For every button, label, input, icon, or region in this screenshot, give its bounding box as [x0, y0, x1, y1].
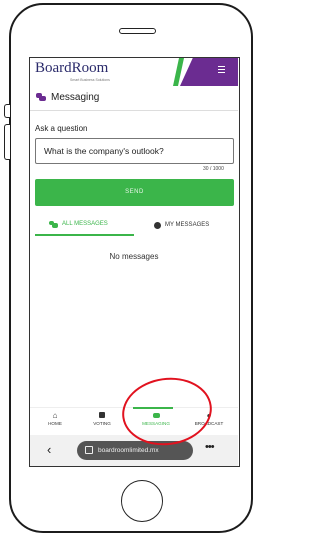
header-accent: [180, 58, 238, 86]
message-tabs: ALL MESSAGES MY MESSAGES: [30, 214, 238, 236]
more-dots-icon[interactable]: •••: [205, 441, 215, 453]
nav-voting-label: VOTING: [93, 421, 111, 426]
page-title-bar: Messaging: [30, 86, 238, 111]
back-arrow-icon[interactable]: ‹: [47, 442, 51, 457]
nav-home-label: HOME: [48, 421, 62, 426]
nav-home[interactable]: ⌂ HOME: [30, 411, 81, 426]
ballot-icon: [76, 411, 128, 421]
logo-tagline: Smart Business Solutions: [70, 78, 110, 82]
page-title: Messaging: [51, 92, 100, 103]
empty-state: No messages: [109, 252, 159, 261]
logo-area: BoardRoom Smart Business Solutions: [30, 58, 180, 86]
chat-bubbles-icon: [49, 220, 58, 228]
boardroom-logo: BoardRoom: [35, 60, 109, 76]
phone-side-button: [4, 104, 10, 118]
chat-bubbles-icon: [36, 93, 46, 102]
question-input[interactable]: What is the company's outlook?: [35, 138, 234, 164]
phone-earpiece: [119, 28, 156, 34]
tab-my-messages-label: MY MESSAGES: [165, 222, 210, 228]
menu-icon[interactable]: [218, 66, 225, 75]
app-header: BoardRoom Smart Business Solutions: [30, 58, 238, 86]
question-label: Ask a question: [35, 124, 88, 133]
person-circle-icon: [154, 221, 161, 229]
tab-all-messages-label: ALL MESSAGES: [62, 221, 108, 227]
nav-voting[interactable]: VOTING: [76, 411, 128, 426]
tabs-icon[interactable]: [85, 446, 93, 454]
phone-home-button[interactable]: [121, 480, 163, 522]
send-button[interactable]: SEND: [35, 179, 234, 206]
tab-all-messages[interactable]: ALL MESSAGES: [35, 214, 134, 236]
character-counter: 30 / 1000: [203, 166, 224, 172]
browser-toolbar: ‹ boardroomlimited.mx •••: [30, 435, 238, 466]
phone-side-button: [4, 124, 10, 160]
home-icon: ⌂: [52, 411, 58, 420]
url-text: boardroomlimited.mx: [98, 447, 159, 454]
tab-my-messages[interactable]: MY MESSAGES: [134, 214, 234, 236]
